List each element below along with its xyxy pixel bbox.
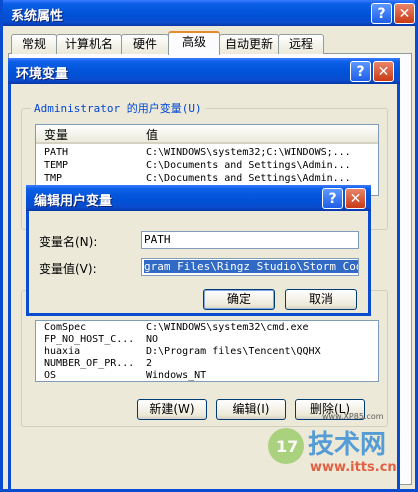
watermark-url: www.itts.cn bbox=[310, 460, 397, 475]
tab-general[interactable]: 常规 bbox=[11, 34, 57, 54]
dialog-ok-button[interactable]: 确定 bbox=[203, 289, 275, 310]
env-title: 环境变量 bbox=[16, 67, 69, 82]
dialog-titlebar[interactable]: 编辑用户变量 ? ✕ bbox=[26, 185, 371, 211]
var-name-input[interactable]: PATH bbox=[141, 231, 359, 249]
var-value-selection: gram Files\Ringz Studio\Storm Codec bbox=[144, 260, 358, 273]
tab-remote[interactable]: 远程 bbox=[278, 34, 324, 54]
watermark-sub: www.XP85.com bbox=[322, 412, 384, 421]
edit-user-variable-dialog: 编辑用户变量 ? ✕ 变量名(N): PATH 变量值(V): gram Fil… bbox=[26, 185, 371, 316]
help-button[interactable]: ? bbox=[371, 3, 392, 24]
list-item[interactable]: OS Windows_NT bbox=[36, 369, 378, 381]
var-value: C:\Documents and Settings\Admin... bbox=[146, 160, 351, 171]
svg-text:17: 17 bbox=[276, 437, 298, 456]
col-header-value[interactable]: 值 bbox=[146, 126, 158, 143]
list-header: 变量 值 bbox=[36, 125, 378, 144]
col-header-variable[interactable]: 变量 bbox=[44, 126, 68, 143]
var-value: C:\WINDOWS\system32;C:\WINDOWS;... bbox=[146, 147, 351, 158]
tab-hardware[interactable]: 硬件 bbox=[121, 34, 169, 54]
env-titlebar[interactable]: 环境变量 ? ✕ bbox=[8, 58, 400, 84]
var-name-label: 变量名(N): bbox=[39, 235, 98, 249]
user-vars-group-label: Administrator 的用户变量(U) bbox=[31, 100, 205, 116]
new-variable-button[interactable]: 新建(W) bbox=[137, 399, 207, 420]
watermark-text: 技术网 bbox=[308, 430, 387, 460]
site-watermark: 17 技术网 www.itts.cn www.XP85.com bbox=[262, 412, 412, 486]
window-title: 系统属性 bbox=[11, 9, 64, 24]
var-name: PATH bbox=[44, 147, 69, 158]
dialog-close-button[interactable]: ✕ bbox=[345, 188, 366, 209]
var-value-input[interactable]: gram Files\Ringz Studio\Storm Codec bbox=[141, 258, 359, 276]
env-close-button[interactable]: ✕ bbox=[373, 61, 394, 82]
dialog-title: 编辑用户变量 bbox=[34, 194, 113, 209]
system-properties-titlebar[interactable]: 系统属性 ? ✕ bbox=[3, 0, 415, 26]
list-item[interactable]: TMP C:\Documents and Settings\Admin... bbox=[36, 172, 378, 185]
tab-advanced[interactable]: 高级 bbox=[168, 31, 220, 55]
close-button[interactable]: ✕ bbox=[394, 3, 415, 24]
dialog-help-button[interactable]: ? bbox=[322, 188, 343, 209]
env-help-button[interactable]: ? bbox=[350, 61, 371, 82]
var-name: TMP bbox=[44, 173, 63, 184]
var-value-label: 变量值(V): bbox=[39, 262, 97, 276]
list-item[interactable]: TEMP C:\Documents and Settings\Admin... bbox=[36, 159, 378, 172]
list-item[interactable]: PATH C:\WINDOWS\system32;C:\WINDOWS;... bbox=[36, 146, 378, 159]
var-name: OS bbox=[44, 370, 57, 381]
var-value: Windows_NT bbox=[146, 370, 207, 381]
var-value: C:\Documents and Settings\Admin... bbox=[146, 173, 351, 184]
var-name: TEMP bbox=[44, 160, 69, 171]
dialog-cancel-button[interactable]: 取消 bbox=[285, 289, 357, 310]
tab-computer-name[interactable]: 计算机名 bbox=[56, 34, 122, 54]
tab-auto-update[interactable]: 自动更新 bbox=[219, 34, 279, 54]
system-vars-list[interactable]: ComSpec C:\WINDOWS\system32\cmd.exe FP_N… bbox=[35, 320, 379, 382]
